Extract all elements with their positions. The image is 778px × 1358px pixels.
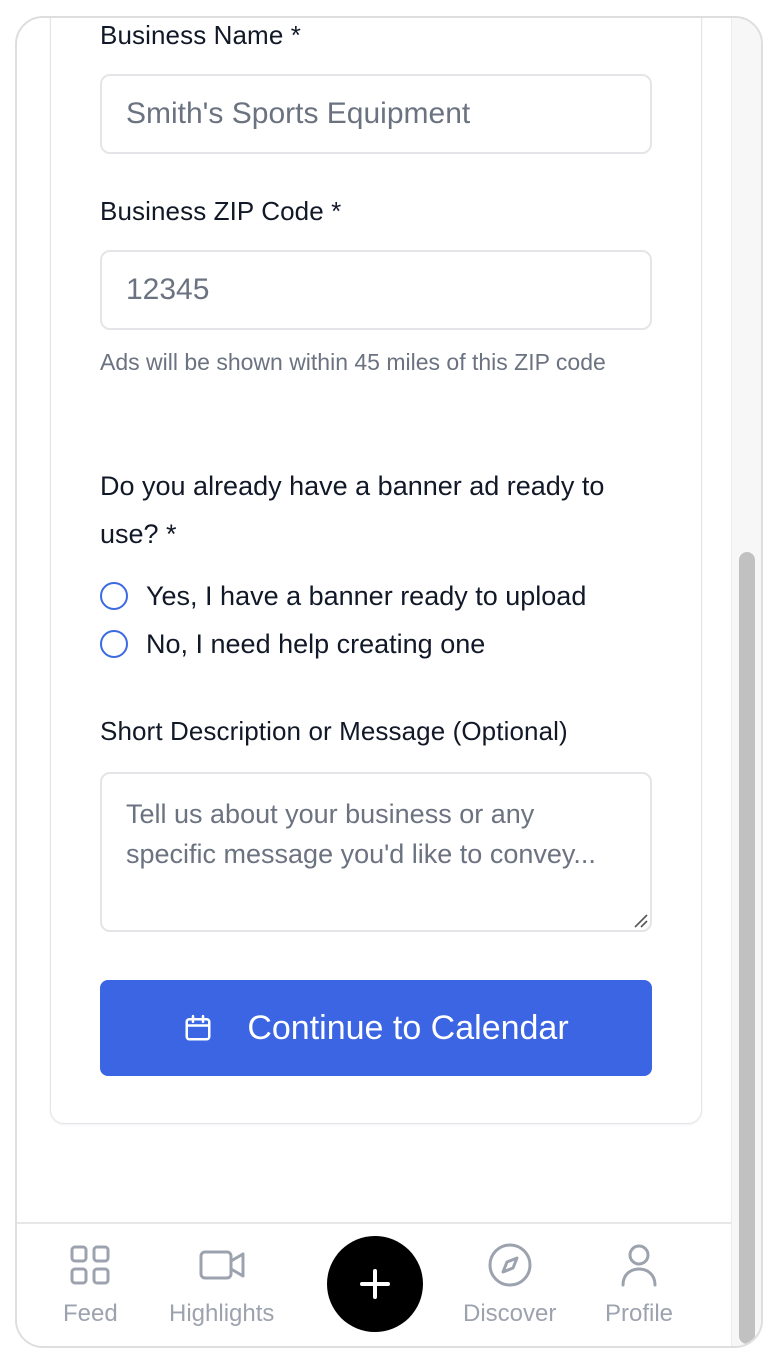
nav-item-highlights[interactable]: Highlights	[169, 1242, 274, 1328]
nav-item-discover[interactable]: Discover	[463, 1242, 556, 1328]
banner-option-no-label: No, I need help creating one	[146, 628, 486, 659]
nav-label-profile: Profile	[605, 1300, 674, 1327]
description-textarea[interactable]	[100, 772, 652, 932]
business-name-input[interactable]	[100, 74, 652, 154]
nav-label-highlights: Highlights	[169, 1300, 275, 1327]
banner-option-yes-label: Yes, I have a banner ready to upload	[146, 580, 587, 611]
continue-to-calendar-button[interactable]: Continue to Calendar	[100, 980, 652, 1076]
plus-icon	[360, 1269, 390, 1299]
business-zip-label: Business ZIP Code *	[100, 196, 342, 226]
user-icon	[619, 1242, 659, 1288]
banner-option-yes[interactable]: Yes, I have a banner ready to upload	[100, 578, 586, 614]
business-name-label: Business Name *	[100, 20, 301, 50]
resize-grip-icon[interactable]	[634, 914, 648, 928]
business-zip-input[interactable]	[100, 250, 652, 330]
nav-item-feed[interactable]: Feed	[63, 1242, 118, 1328]
continue-to-calendar-label: Continue to Calendar	[247, 1008, 569, 1047]
nav-label-feed: Feed	[63, 1300, 118, 1327]
description-label: Short Description or Message (Optional)	[100, 716, 568, 746]
banner-question-label: Do you already have a banner ad ready to…	[100, 471, 605, 549]
compass-icon	[487, 1242, 533, 1288]
banner-option-no[interactable]: No, I need help creating one	[100, 626, 485, 662]
nav-label-discover: Discover	[463, 1300, 557, 1327]
bottom-navigation: Feed Highlights Discover Profile	[17, 1222, 733, 1346]
zip-hint-text: Ads will be shown within 45 miles of thi…	[100, 349, 606, 375]
scrollbar-thumb[interactable]	[739, 552, 755, 1344]
calendar-icon	[183, 1013, 213, 1043]
app-frame: Business Name * Business ZIP Code * Ads …	[15, 16, 763, 1348]
video-camera-icon	[199, 1242, 245, 1288]
grid-icon	[69, 1242, 111, 1288]
ad-request-form-card	[50, 18, 702, 1124]
nav-item-profile[interactable]: Profile	[605, 1242, 673, 1328]
radio-button[interactable]	[100, 630, 128, 658]
create-button[interactable]	[327, 1236, 423, 1332]
radio-button[interactable]	[100, 582, 128, 610]
scrollbar-track[interactable]	[731, 18, 761, 1346]
